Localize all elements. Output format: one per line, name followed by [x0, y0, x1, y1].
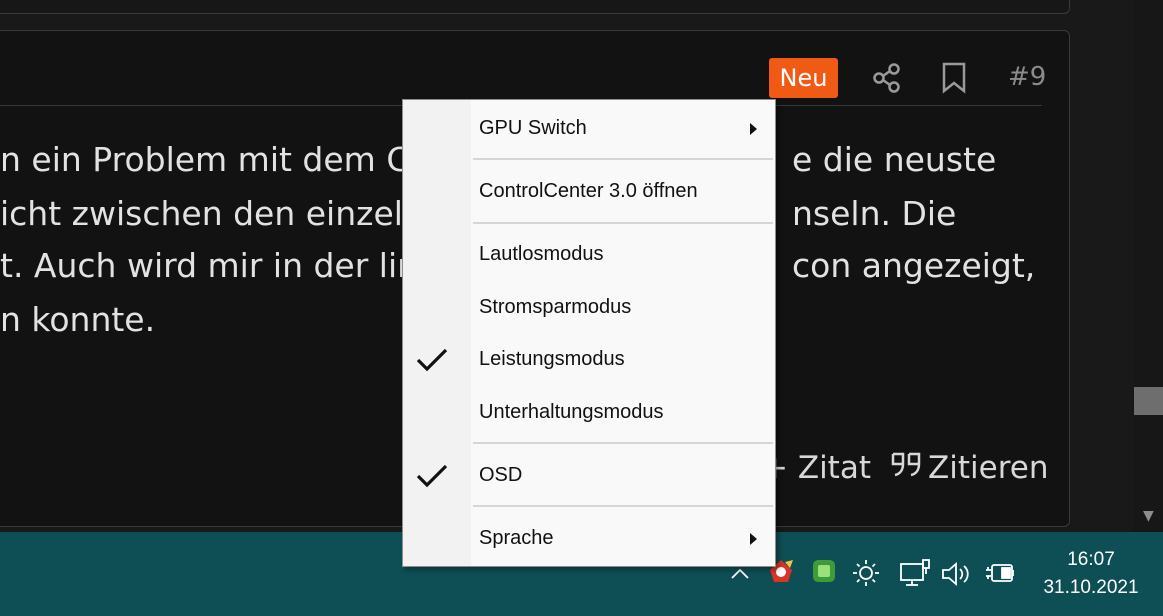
bookmark-icon[interactable]: [941, 62, 967, 98]
menu-item-label: Stromsparmodus: [479, 296, 632, 318]
menu-separator: [473, 442, 773, 444]
post-text-line: nseln. Die: [792, 194, 957, 233]
menu-item-label: Lautlosmodus: [479, 243, 604, 265]
green-app-icon[interactable]: [810, 556, 838, 591]
menu-item-label: Unterhaltungsmodus: [479, 401, 664, 423]
menu-item-gpu-switch[interactable]: GPU Switch: [403, 102, 775, 154]
checkmark-icon: [415, 346, 449, 380]
menu-separator: [473, 505, 773, 507]
network-icon[interactable]: [899, 558, 933, 593]
menu-item-label: GPU Switch: [479, 117, 587, 139]
post-text-line: t. Auch wird mir in der lir: [0, 246, 411, 285]
checkmark-icon: [415, 462, 449, 496]
submenu-arrow-icon: [750, 123, 757, 135]
menu-item-language[interactable]: Sprache: [403, 512, 775, 564]
menu-item-label: Sprache: [479, 527, 554, 549]
quote-icon: [890, 450, 924, 486]
scrollbar-track[interactable]: [1133, 0, 1163, 535]
new-badge: Neu: [769, 58, 838, 98]
menu-separator: [473, 222, 773, 224]
post-text-line: icht zwischen den einzelr: [0, 194, 417, 233]
menu-item-osd[interactable]: OSD: [403, 449, 775, 501]
menu-item-open-control-center[interactable]: ControlCenter 3.0 öffnen: [403, 165, 775, 217]
context-menu: GPU Switch ControlCenter 3.0 öffnen Laut…: [402, 99, 776, 567]
post-text-line: n ein Problem mit dem C: [0, 140, 410, 179]
menu-separator: [473, 158, 773, 160]
taskbar-clock[interactable]: 16:07 31.10.2021: [1036, 548, 1146, 604]
scroll-down-arrow-icon[interactable]: ▼: [1143, 508, 1154, 524]
menu-item-performance-mode[interactable]: Leistungsmodus: [403, 333, 775, 385]
brightness-icon[interactable]: [851, 558, 881, 593]
submenu-arrow-icon: [750, 533, 757, 545]
scrollbar-thumb[interactable]: [1134, 387, 1163, 415]
post-text-line: e die neuste: [792, 140, 997, 179]
multi-quote-button[interactable]: + Zitat: [762, 450, 871, 486]
menu-item-label: OSD: [479, 464, 523, 486]
menu-item-entertainment-mode[interactable]: Unterhaltungsmodus: [403, 386, 775, 438]
post-text-line: n konnte.: [0, 300, 156, 339]
volume-icon[interactable]: [940, 560, 972, 593]
share-icon[interactable]: [872, 62, 902, 98]
previous-post-card: [0, 0, 1070, 14]
menu-item-label: Leistungsmodus: [479, 348, 625, 370]
quote-button[interactable]: Zitieren: [890, 450, 1048, 486]
clock-date: 31.10.2021: [1043, 577, 1139, 598]
quote-label: Zitieren: [928, 450, 1049, 486]
post-text-line: con angezeigt,: [792, 246, 1036, 285]
post-number-link[interactable]: #9: [1008, 62, 1046, 92]
battery-charging-icon[interactable]: [984, 560, 1016, 591]
menu-item-label: ControlCenter 3.0 öffnen: [479, 180, 698, 202]
multi-quote-label: + Zitat: [762, 450, 871, 486]
menu-item-silent-mode[interactable]: Lautlosmodus: [403, 228, 775, 280]
clock-time: 16:07: [1067, 549, 1115, 570]
menu-item-power-saving-mode[interactable]: Stromsparmodus: [403, 281, 775, 333]
